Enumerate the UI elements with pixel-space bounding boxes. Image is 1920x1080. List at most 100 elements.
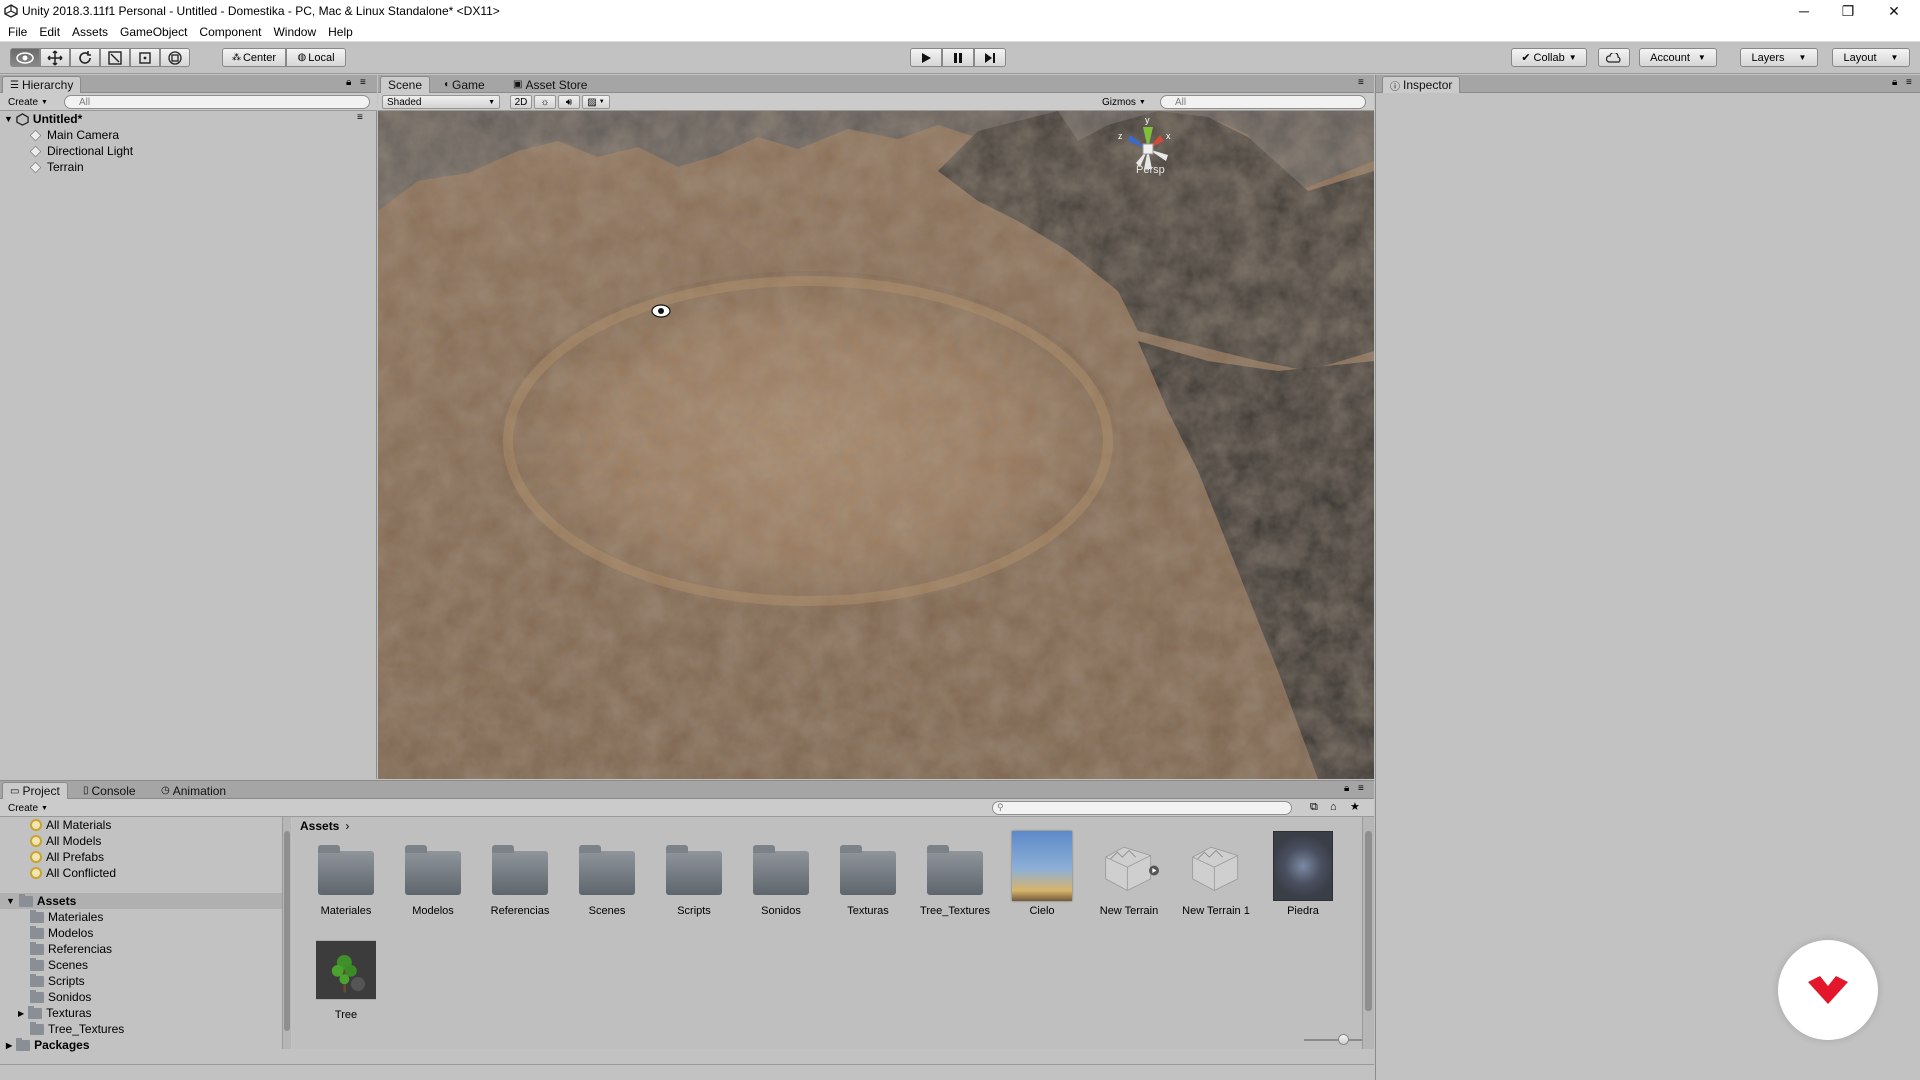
tab-project[interactable]: ▭ Project — [2, 782, 68, 799]
asset-tree[interactable]: Tree — [306, 940, 386, 1021]
layout-dropdown[interactable]: Layout ▼ — [1832, 48, 1910, 67]
mode-2d-toggle[interactable]: 2D — [510, 95, 532, 109]
asset-folder[interactable]: Scripts — [654, 841, 734, 917]
lock-icon[interactable]: 🔒︎ — [1344, 783, 1349, 794]
pivot-local-button[interactable]: ◍ Local — [286, 48, 346, 67]
menu-assets[interactable]: Assets — [72, 25, 108, 39]
menu-window[interactable]: Window — [273, 25, 316, 39]
folder-item[interactable]: Sonidos — [30, 989, 91, 1005]
rect-tool-button[interactable] — [130, 48, 160, 67]
play-button[interactable] — [910, 48, 942, 67]
scene-menu-icon[interactable]: ≡ — [357, 112, 363, 123]
assets-root-item[interactable]: ▼ Assets — [0, 893, 282, 909]
favorite-item[interactable]: All Materials — [30, 817, 111, 833]
asset-texture[interactable]: Piedra — [1263, 831, 1343, 917]
step-button[interactable] — [974, 48, 1006, 67]
tab-console[interactable]: ▯ Console — [76, 782, 143, 799]
audio-toggle[interactable]: 🔊︎ — [558, 95, 580, 109]
asset-folder[interactable]: Texturas — [828, 841, 908, 917]
asset-terrain[interactable]: New Terrain — [1089, 841, 1169, 917]
hierarchy-create-button[interactable]: Create ▼ — [4, 95, 52, 109]
filter-type-icon[interactable]: ⧉ — [1310, 801, 1318, 814]
move-tool-button[interactable] — [40, 48, 70, 67]
asset-folder[interactable]: Materiales — [306, 841, 386, 917]
tab-asset-store[interactable]: ▣ Asset Store — [506, 76, 594, 93]
panel-menu-icon[interactable]: ≡ — [1358, 783, 1364, 794]
grid-scrollbar-thumb[interactable] — [1365, 831, 1372, 1011]
lock-icon[interactable]: 🔒︎ — [346, 77, 351, 88]
folder-item[interactable]: Materiales — [30, 909, 103, 925]
zoom-slider-thumb[interactable] — [1338, 1034, 1349, 1045]
hierarchy-item[interactable]: Terrain — [29, 159, 84, 175]
folder-item[interactable]: Scripts — [30, 973, 85, 989]
shading-dropdown[interactable]: Shaded ▼ — [382, 95, 500, 109]
menu-help[interactable]: Help — [328, 25, 353, 39]
pause-button[interactable] — [942, 48, 974, 67]
tree-scrollbar-thumb[interactable] — [284, 831, 290, 1031]
expand-arrow-icon[interactable]: ▼ — [6, 896, 15, 906]
folder-item[interactable]: Tree_Textures — [30, 1021, 124, 1037]
panel-menu-icon[interactable]: ≡ — [1358, 77, 1364, 88]
collab-button[interactable]: ✔ Collab ▼ — [1511, 48, 1587, 67]
asset-terrain[interactable]: New Terrain 1 — [1176, 841, 1256, 917]
cloud-button[interactable] — [1598, 48, 1630, 67]
asset-folder[interactable]: Referencias — [480, 841, 560, 917]
close-button[interactable]: ✕ — [1872, 0, 1916, 22]
scene-root[interactable]: ▼ Untitled* — [4, 111, 82, 127]
domestika-badge[interactable] — [1778, 940, 1878, 1040]
account-dropdown[interactable]: Account ▼ — [1639, 48, 1717, 67]
persp-label[interactable]: Persp — [1136, 164, 1165, 176]
view-tool-button[interactable] — [10, 48, 40, 67]
favorite-item[interactable]: All Prefabs — [30, 849, 104, 865]
tab-hierarchy[interactable]: ☰ Hierarchy — [2, 76, 82, 93]
panel-menu-icon[interactable]: ≡ — [1906, 77, 1912, 88]
grid-scrollbar[interactable] — [1362, 817, 1374, 1049]
scale-tool-button[interactable] — [100, 48, 130, 67]
expand-arrow-icon[interactable]: ▶ — [18, 1009, 24, 1018]
hierarchy-item[interactable]: Directional Light — [29, 143, 133, 159]
panel-menu-icon[interactable]: ≡ — [360, 77, 366, 88]
menu-gameobject[interactable]: GameObject — [120, 25, 187, 39]
expand-arrow-icon[interactable]: ▶ — [6, 1041, 12, 1050]
expand-prefab-icon[interactable] — [351, 977, 365, 991]
minimize-button[interactable]: ─ — [1782, 0, 1826, 22]
zoom-slider[interactable] — [1304, 1039, 1362, 1041]
project-create-button[interactable]: Create ▼ — [4, 801, 52, 815]
folder-item[interactable]: ▶ Texturas — [18, 1005, 92, 1021]
favorite-item[interactable]: All Models — [30, 833, 101, 849]
lock-icon[interactable]: 🔒︎ — [1892, 77, 1897, 88]
transform-tool-button[interactable] — [160, 48, 190, 67]
favorite-star-icon[interactable]: ★ — [1350, 800, 1360, 813]
menu-edit[interactable]: Edit — [39, 25, 60, 39]
asset-folder[interactable]: Tree_Textures — [915, 841, 995, 917]
asset-skybox[interactable]: Cielo — [1002, 831, 1082, 917]
filter-label-icon[interactable]: ⌂ — [1330, 801, 1337, 813]
scene-viewport[interactable]: y z x Persp 🔒︎ — [378, 111, 1374, 779]
folder-item[interactable]: Scenes — [30, 957, 88, 973]
rotate-tool-button[interactable] — [70, 48, 100, 67]
gizmos-dropdown[interactable]: Gizmos ▼ — [1098, 95, 1150, 109]
project-search-input[interactable]: ⚲ — [992, 801, 1292, 815]
hierarchy-item[interactable]: Main Camera — [29, 127, 119, 143]
tab-inspector[interactable]: ⓘ Inspector — [1382, 76, 1461, 93]
expand-arrow-icon[interactable]: ▼ — [4, 114, 13, 124]
folder-item[interactable]: Referencias — [30, 941, 112, 957]
lighting-toggle[interactable]: ☼ — [534, 95, 556, 109]
layers-dropdown[interactable]: Layers ▼ — [1740, 48, 1818, 67]
asset-folder[interactable]: Modelos — [393, 841, 473, 917]
packages-item[interactable]: ▶ Packages — [6, 1037, 90, 1053]
menu-component[interactable]: Component — [199, 25, 261, 39]
folder-item[interactable]: Modelos — [30, 925, 93, 941]
asset-folder[interactable]: Sonidos — [741, 841, 821, 917]
pivot-center-button[interactable]: ⁂ Center — [222, 48, 286, 67]
menu-file[interactable]: File — [8, 25, 27, 39]
breadcrumb[interactable]: Assets › — [300, 819, 349, 833]
effects-dropdown[interactable]: ▨ ▼ — [582, 95, 610, 109]
hierarchy-search-input[interactable]: All — [64, 95, 370, 109]
favorite-item[interactable]: All Conflicted — [30, 865, 116, 881]
tab-game[interactable]: ◖ Game — [436, 76, 492, 93]
restore-button[interactable]: ❐ — [1826, 0, 1870, 22]
tab-animation[interactable]: ◷ Animation — [154, 782, 233, 799]
scene-search-input[interactable]: All — [1160, 95, 1366, 109]
tree-scrollbar[interactable] — [282, 817, 291, 1049]
